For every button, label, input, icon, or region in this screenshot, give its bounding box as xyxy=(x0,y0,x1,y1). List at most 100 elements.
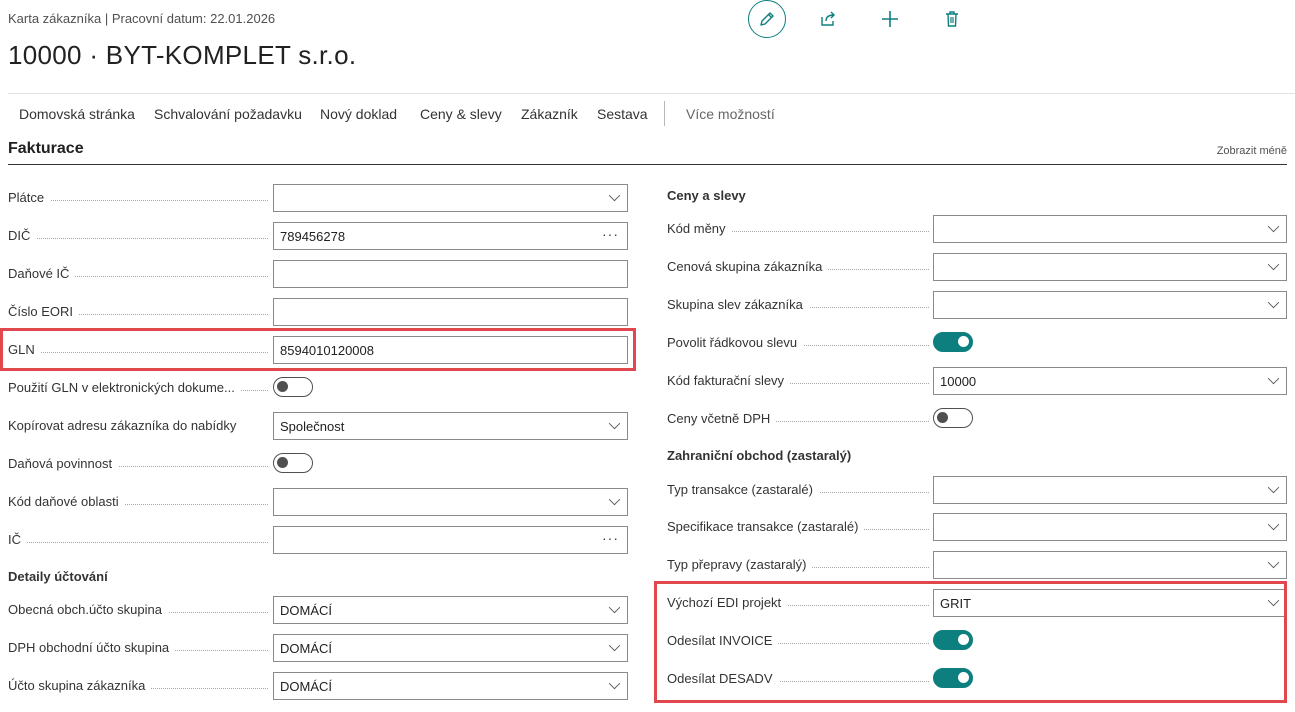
chevron-down-icon xyxy=(608,493,621,506)
use-gln-toggle[interactable] xyxy=(273,377,313,397)
group-title-prices: Ceny a slevy xyxy=(667,188,746,203)
field-customer-posting: Účto skupina zákazníka DOMÁCÍ xyxy=(8,672,628,700)
field-vat-id: DIČ 789456278 ··· xyxy=(8,222,628,250)
field-label: Cenová skupina zákazníka xyxy=(667,259,829,274)
chevron-down-icon xyxy=(1267,258,1280,271)
field-label: Kopírovat adresu zákazníka do nabídky xyxy=(8,418,243,433)
chevron-down-icon xyxy=(608,677,621,690)
vat-id-input[interactable]: 789456278 ··· xyxy=(273,222,628,250)
action-customer[interactable]: Zákazník xyxy=(521,106,578,122)
currency-select[interactable] xyxy=(933,215,1287,243)
field-gln: GLN 8594010120008 xyxy=(8,336,628,364)
send-desadv-toggle[interactable] xyxy=(933,668,973,688)
chevron-down-icon xyxy=(1267,594,1280,607)
field-allow-line-discount: Povolit řádkovou slevu xyxy=(667,329,1287,357)
chevron-down-icon xyxy=(1267,481,1280,494)
breadcrumb: Karta zákazníka | Pracovní datum: 22.01.… xyxy=(8,11,276,26)
chevron-down-icon xyxy=(608,189,621,202)
field-label: GLN xyxy=(8,342,41,357)
field-tax-id: Daňové IČ xyxy=(8,260,628,288)
transaction-spec-select[interactable] xyxy=(933,513,1287,541)
field-vat-bus-posting: DPH obchodní účto skupina DOMÁCÍ xyxy=(8,634,628,662)
edit-icon xyxy=(760,12,774,26)
field-transaction-type: Typ transakce (zastaralé) xyxy=(667,476,1287,504)
discount-group-select[interactable] xyxy=(933,291,1287,319)
field-use-gln-edoc: Použití GLN v elektronických dokume... xyxy=(8,374,628,402)
prices-incl-vat-toggle[interactable] xyxy=(933,408,973,428)
field-transport-method: Typ přepravy (zastaralý) xyxy=(667,551,1287,579)
field-label: Obecná obch.účto skupina xyxy=(8,602,168,617)
action-report[interactable]: Sestava xyxy=(597,106,648,122)
field-price-group: Cenová skupina zákazníka xyxy=(667,253,1287,281)
more-options-icon[interactable]: ··· xyxy=(602,530,619,546)
payer-select[interactable] xyxy=(273,184,628,212)
invoice-discount-code-select[interactable]: 10000 xyxy=(933,367,1287,395)
field-label: Číslo EORI xyxy=(8,304,80,319)
action-bar: Domovská stránka Schvalování požadavku N… xyxy=(8,93,1295,133)
gln-input[interactable]: 8594010120008 xyxy=(273,336,628,364)
more-options-icon[interactable]: ··· xyxy=(602,226,619,242)
field-label: Účto skupina zákazníka xyxy=(8,678,152,693)
action-more-options[interactable]: Více možností xyxy=(686,106,775,122)
field-default-edi-project: Výchozí EDI projekt GRIT xyxy=(667,589,1287,617)
delete-button[interactable] xyxy=(940,7,964,31)
field-reg-no: IČ ··· xyxy=(8,526,628,554)
tax-liable-toggle[interactable] xyxy=(273,453,313,473)
add-button[interactable] xyxy=(878,7,902,31)
chevron-down-icon xyxy=(1267,372,1280,385)
field-label: Odesílat INVOICE xyxy=(667,633,779,648)
chevron-down-icon xyxy=(1267,220,1280,233)
action-prices-discounts[interactable]: Ceny & slevy xyxy=(420,106,502,122)
field-invoice-discount-code: Kód fakturační slevy 10000 xyxy=(667,367,1287,395)
gen-bus-posting-select[interactable]: DOMÁCÍ xyxy=(273,596,628,624)
field-label: Specifikace transakce (zastaralé) xyxy=(667,519,865,534)
share-icon xyxy=(821,11,835,26)
field-discount-group: Skupina slev zákazníka xyxy=(667,291,1287,319)
eori-input[interactable] xyxy=(273,298,628,326)
field-transaction-spec: Specifikace transakce (zastaralé) xyxy=(667,513,1287,541)
vat-bus-posting-select[interactable]: DOMÁCÍ xyxy=(273,634,628,662)
field-label: Kód daňové oblasti xyxy=(8,494,125,509)
group-title-foreign-trade: Zahraniční obchod (zastaralý) xyxy=(667,448,852,463)
field-send-invoice: Odesílat INVOICE xyxy=(667,627,1287,655)
action-approval-request[interactable]: Schvalování požadavku xyxy=(154,106,302,122)
field-label: Typ transakce (zastaralé) xyxy=(667,482,819,497)
field-tax-area: Kód daňové oblasti xyxy=(8,488,628,516)
share-button[interactable] xyxy=(816,7,840,31)
transport-method-select[interactable] xyxy=(933,551,1287,579)
field-label: Výchozí EDI projekt xyxy=(667,595,788,610)
field-gen-bus-posting: Obecná obch.účto skupina DOMÁCÍ xyxy=(8,596,628,624)
add-icon xyxy=(882,11,898,27)
edi-project-select[interactable]: GRIT xyxy=(933,589,1287,617)
show-less-link[interactable]: Zobrazit méně xyxy=(1217,145,1287,157)
field-label: Ceny včetně DPH xyxy=(667,411,777,426)
chevron-down-icon xyxy=(608,601,621,614)
action-separator xyxy=(664,101,665,126)
reg-no-input[interactable]: ··· xyxy=(273,526,628,554)
field-payer: Plátce xyxy=(8,184,628,212)
customer-posting-select[interactable]: DOMÁCÍ xyxy=(273,672,628,700)
field-label: DIČ xyxy=(8,228,37,243)
chevron-down-icon xyxy=(1267,296,1280,309)
field-label: Kód měny xyxy=(667,221,732,236)
tax-id-input[interactable] xyxy=(273,260,628,288)
price-group-select[interactable] xyxy=(933,253,1287,281)
copy-address-select[interactable]: Společnost xyxy=(273,412,628,440)
field-copy-address: Kopírovat adresu zákazníka do nabídky Sp… xyxy=(8,412,628,440)
action-new-document[interactable]: Nový doklad xyxy=(320,106,397,122)
action-home[interactable]: Domovská stránka xyxy=(19,106,135,122)
field-tax-liable: Daňová povinnost xyxy=(8,450,628,478)
chevron-down-icon xyxy=(1267,556,1280,569)
transaction-type-select[interactable] xyxy=(933,476,1287,504)
field-eori: Číslo EORI xyxy=(8,298,628,326)
send-invoice-toggle[interactable] xyxy=(933,630,973,650)
field-prices-incl-vat: Ceny včetně DPH xyxy=(667,405,1287,433)
field-currency: Kód měny xyxy=(667,215,1287,243)
allow-line-discount-toggle[interactable] xyxy=(933,332,973,352)
edit-button[interactable] xyxy=(748,0,786,38)
tax-area-select[interactable] xyxy=(273,488,628,516)
section-title-invoicing[interactable]: Fakturace xyxy=(8,140,84,158)
field-label: Typ přepravy (zastaralý) xyxy=(667,557,813,572)
section-divider xyxy=(8,164,1287,165)
field-label: Povolit řádkovou slevu xyxy=(667,335,804,350)
